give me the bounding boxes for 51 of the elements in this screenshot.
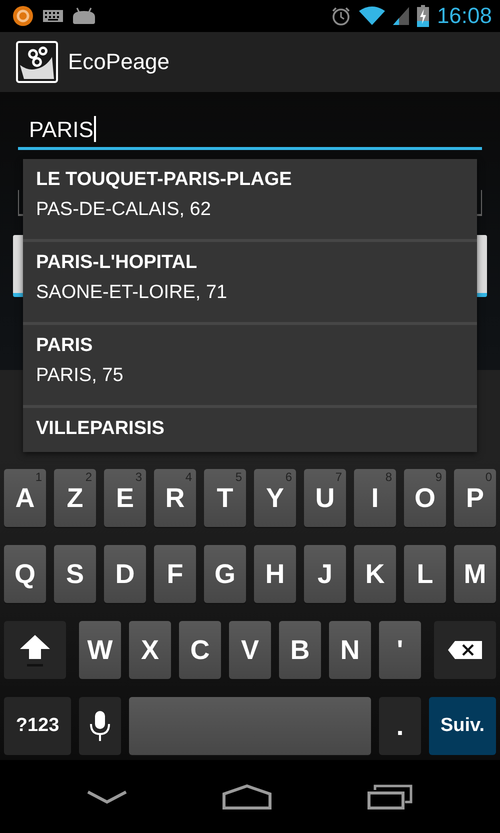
symbols-key[interactable]: ?123 bbox=[4, 697, 71, 755]
shift-key[interactable] bbox=[4, 621, 66, 679]
city-name: VILLEPARISIS bbox=[36, 417, 166, 441]
microphone-icon bbox=[89, 710, 111, 742]
letter-key[interactable]: G bbox=[204, 545, 246, 603]
letter-key[interactable]: W bbox=[79, 621, 121, 679]
city-name: PARIS-L'HOPITAL bbox=[36, 251, 198, 275]
app-notification-icon bbox=[12, 5, 34, 27]
search-field[interactable]: PARIS bbox=[18, 114, 482, 150]
next-key[interactable]: Suiv. bbox=[429, 697, 496, 755]
app-title: EcoPeage bbox=[68, 49, 170, 75]
letter-key[interactable]: D bbox=[104, 545, 146, 603]
department-text: PAS-DE-CALAIS, 62 bbox=[36, 198, 212, 222]
delete-key[interactable] bbox=[434, 621, 496, 679]
home-icon[interactable] bbox=[222, 784, 272, 810]
keyboard-icon bbox=[43, 10, 63, 22]
letter-key[interactable]: M bbox=[454, 545, 496, 603]
suggestion-item[interactable]: PARIS PARIS, 75 bbox=[23, 325, 477, 405]
city-name: PARIS bbox=[36, 334, 94, 358]
back-chevron-icon[interactable] bbox=[87, 788, 128, 804]
alarm-icon bbox=[330, 6, 351, 26]
department-text: PARIS, 75 bbox=[36, 364, 124, 388]
period-key[interactable]: . bbox=[379, 697, 421, 755]
shift-icon bbox=[19, 633, 51, 667]
letter-key[interactable]: S bbox=[54, 545, 96, 603]
letter-key[interactable]: H bbox=[254, 545, 296, 603]
app-logo-icon bbox=[16, 41, 58, 83]
letter-key[interactable]: L bbox=[404, 545, 446, 603]
letter-key[interactable]: V bbox=[229, 621, 271, 679]
clock-time: 16:08 bbox=[436, 3, 492, 29]
wifi-icon bbox=[358, 6, 385, 26]
microphone-key[interactable] bbox=[79, 697, 121, 755]
city-name: LE TOUQUET-PARIS-PLAGE bbox=[36, 168, 293, 192]
letter-key[interactable]: C bbox=[179, 621, 221, 679]
letter-key[interactable]: X bbox=[129, 621, 171, 679]
suggestion-item[interactable]: VILLEPARISIS bbox=[23, 408, 477, 452]
suggestion-item[interactable]: LE TOUQUET-PARIS-PLAGE PAS-DE-CALAIS, 62 bbox=[23, 159, 477, 239]
letter-key[interactable]: J bbox=[304, 545, 346, 603]
android-icon bbox=[72, 7, 96, 25]
letter-key[interactable]: F bbox=[154, 545, 196, 603]
letter-key[interactable]: K bbox=[354, 545, 396, 603]
letter-key[interactable]: Q bbox=[4, 545, 46, 603]
letter-key[interactable]: ' bbox=[379, 621, 421, 679]
letter-key[interactable]: B bbox=[279, 621, 321, 679]
signal-icon bbox=[392, 7, 409, 25]
department-text: SAONE-ET-LOIRE, 71 bbox=[36, 281, 228, 305]
battery-charging-icon bbox=[416, 5, 429, 27]
suggestion-item[interactable]: PARIS-L'HOPITAL SAONE-ET-LOIRE, 71 bbox=[23, 242, 477, 322]
recent-apps-icon[interactable] bbox=[366, 784, 413, 810]
letter-key[interactable]: N bbox=[329, 621, 371, 679]
backspace-icon bbox=[447, 640, 483, 660]
